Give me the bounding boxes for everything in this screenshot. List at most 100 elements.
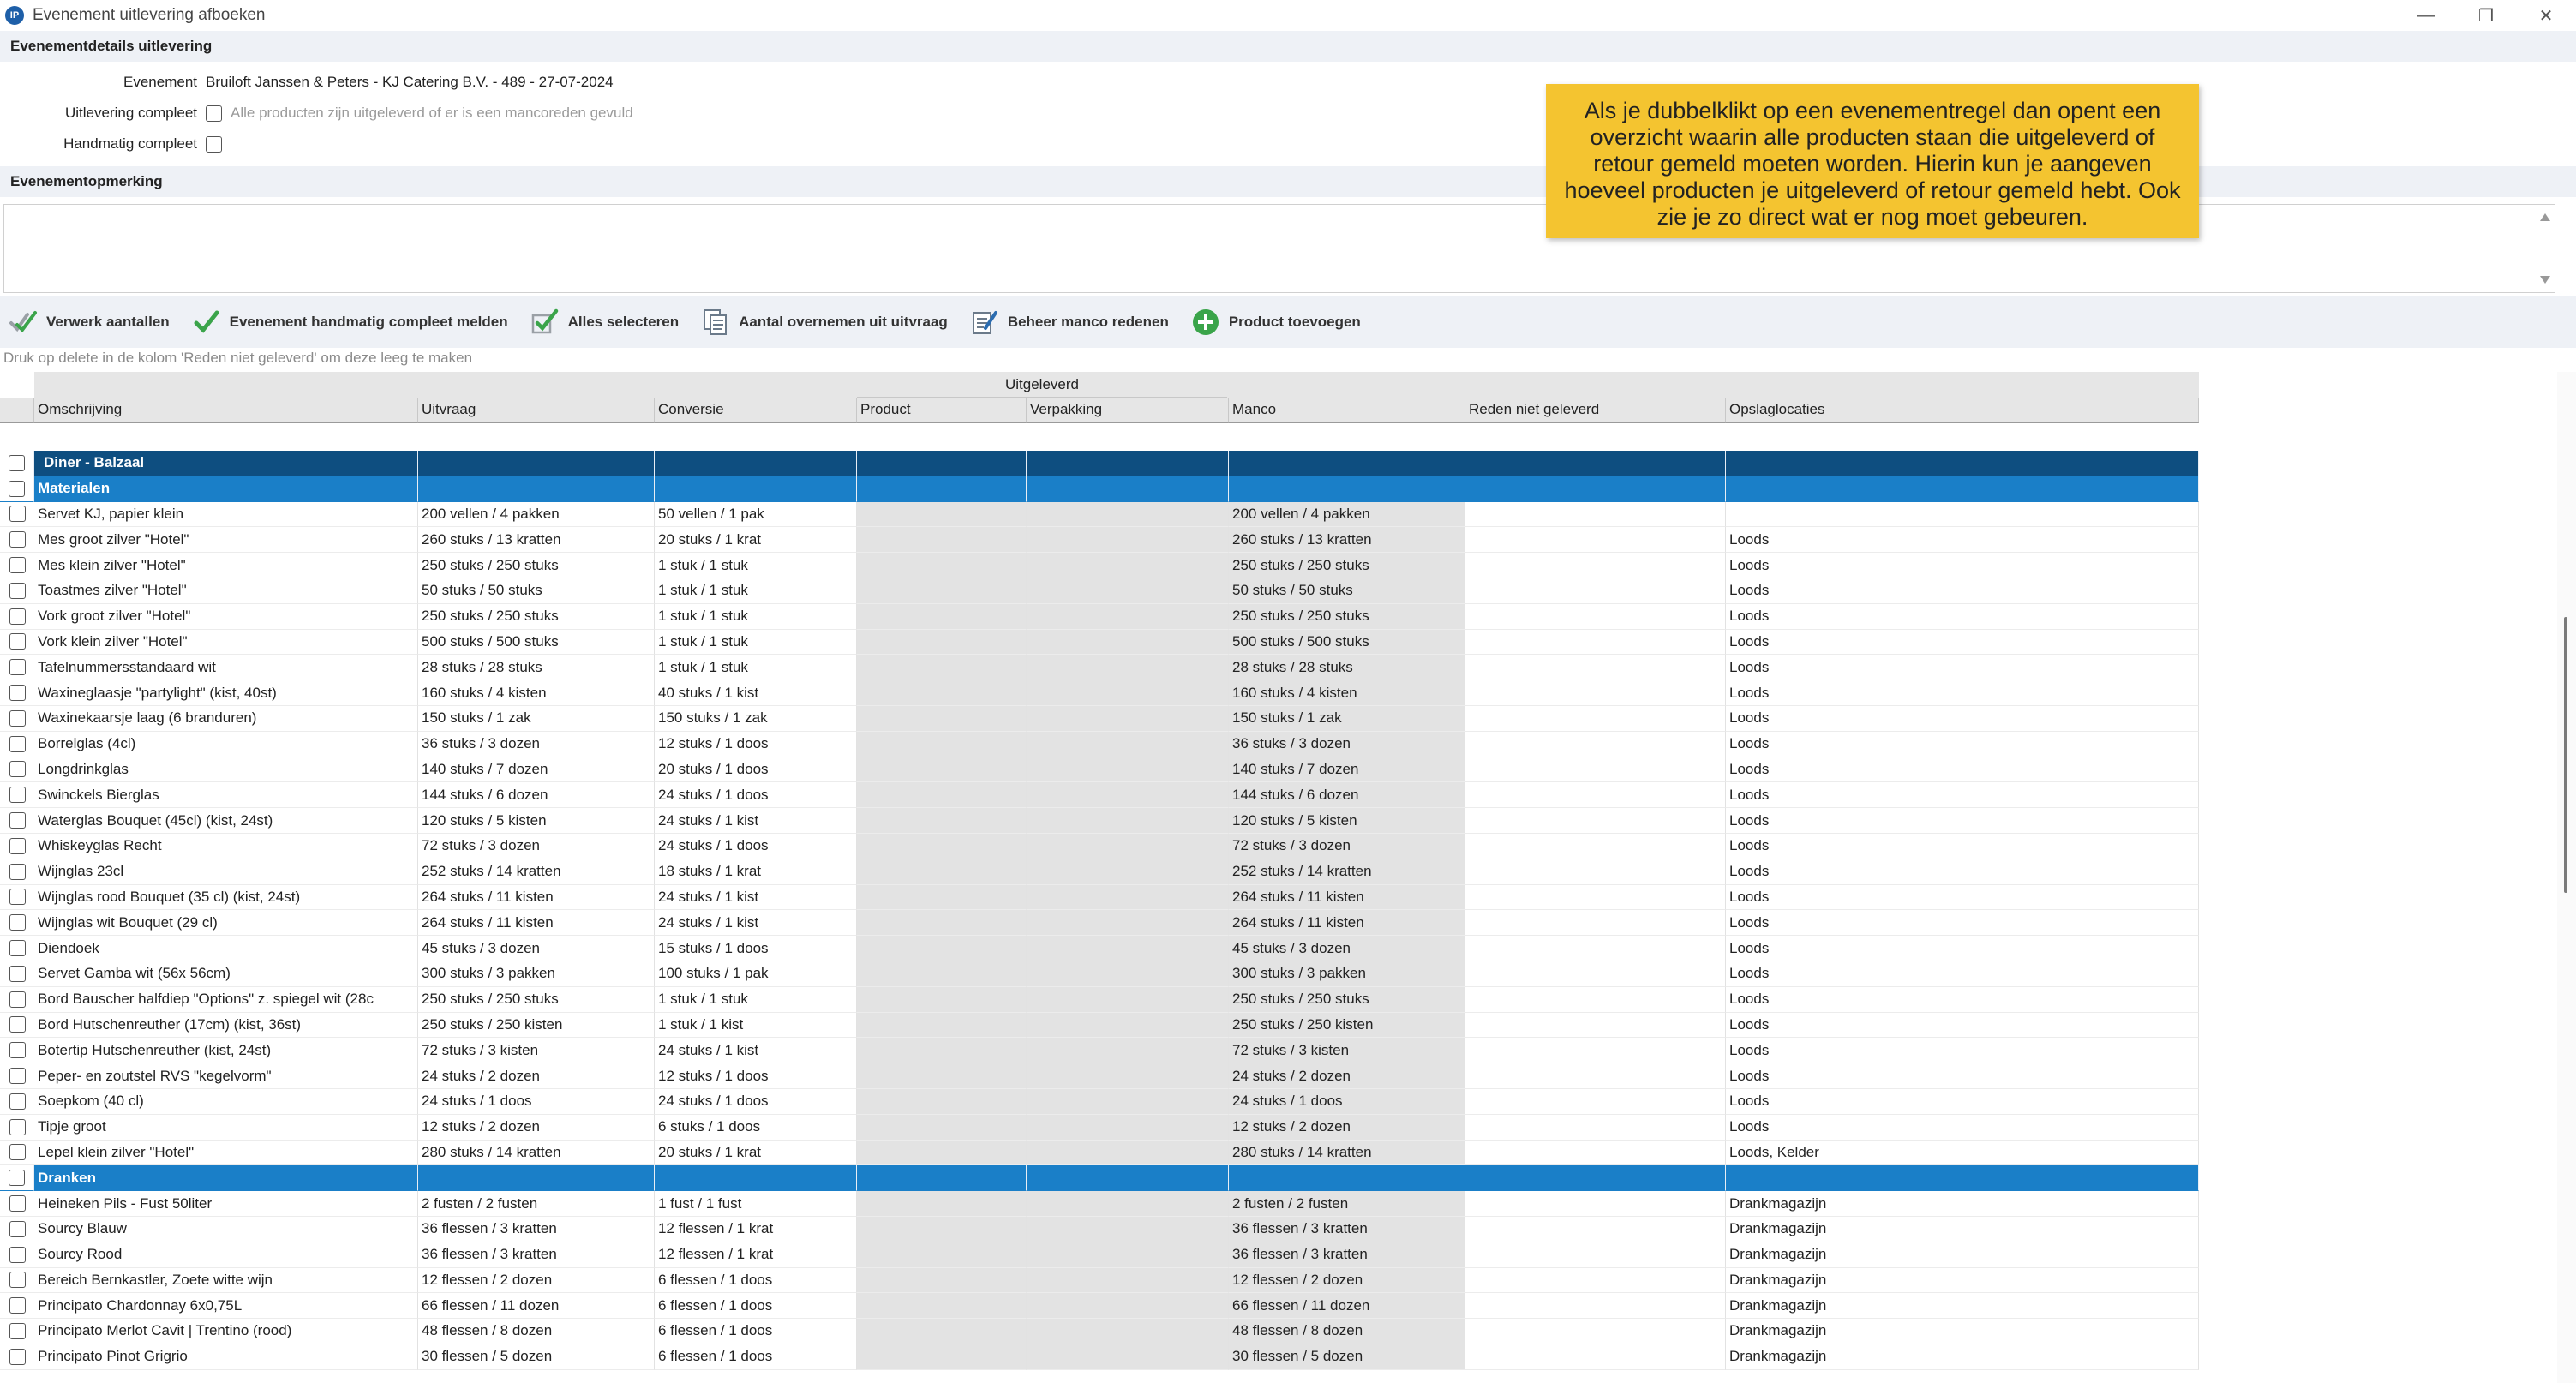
add-product-button[interactable]: Product toevoegen xyxy=(1191,308,1361,337)
delivered-packaging-cell[interactable] xyxy=(1027,1319,1229,1344)
delivered-packaging-cell[interactable] xyxy=(1027,1038,1229,1064)
reason-cell[interactable] xyxy=(1465,859,1726,885)
delivered-product-cell[interactable] xyxy=(857,1088,1027,1115)
select-all-button[interactable]: Alles selecteren xyxy=(530,308,679,337)
reason-cell[interactable] xyxy=(1465,961,1726,987)
delivered-packaging-cell[interactable] xyxy=(1027,1191,1229,1217)
delivered-product-cell[interactable] xyxy=(857,451,1027,476)
reason-cell[interactable] xyxy=(1465,629,1726,656)
delivered-product-cell[interactable] xyxy=(857,705,1027,732)
delivered-product-cell[interactable] xyxy=(857,910,1027,937)
reason-cell[interactable] xyxy=(1465,936,1726,961)
delivered-packaging-cell[interactable] xyxy=(1027,1165,1229,1192)
delivered-packaging-cell[interactable] xyxy=(1027,986,1229,1013)
table-row[interactable]: Bord Hutschenreuther (17cm) (kist, 36st)… xyxy=(0,1012,2199,1039)
delivered-product-cell[interactable] xyxy=(857,1293,1027,1320)
delivered-product-cell[interactable] xyxy=(857,603,1027,630)
table-row[interactable]: Diendoek 45 stuks / 3 dozen 15 stuks / 1 d… xyxy=(0,936,2199,961)
delivered-packaging-cell[interactable] xyxy=(1027,680,1229,706)
reason-cell[interactable] xyxy=(1465,1191,1726,1217)
row-checkbox[interactable] xyxy=(9,812,26,829)
delivered-product-cell[interactable] xyxy=(857,1267,1027,1294)
delivered-product-cell[interactable] xyxy=(857,986,1027,1013)
table-row[interactable]: Servet KJ, papier klein 200 vellen / 4 pa… xyxy=(0,501,2199,528)
row-checkbox[interactable] xyxy=(9,889,26,906)
row-checkbox[interactable] xyxy=(9,1322,26,1339)
row-checkbox[interactable] xyxy=(9,1272,26,1289)
reason-cell[interactable] xyxy=(1465,731,1726,757)
delivered-product-cell[interactable] xyxy=(857,859,1027,885)
delivered-packaging-cell[interactable] xyxy=(1027,629,1229,656)
delivered-product-cell[interactable] xyxy=(857,553,1027,578)
row-checkbox[interactable] xyxy=(9,1042,26,1059)
row-checkbox[interactable] xyxy=(9,582,26,599)
row-checkbox[interactable] xyxy=(9,1297,26,1314)
scroll-down-icon[interactable] xyxy=(2540,276,2550,284)
table-row[interactable]: Mes groot zilver "Hotel" 260 stuks / 13 k… xyxy=(0,527,2199,554)
delivered-packaging-cell[interactable] xyxy=(1027,1293,1229,1320)
minimize-button[interactable]: — xyxy=(2396,0,2456,31)
delivered-packaging-cell[interactable] xyxy=(1027,1088,1229,1115)
reason-cell[interactable] xyxy=(1465,1293,1726,1320)
delivered-packaging-cell[interactable] xyxy=(1027,1242,1229,1268)
row-checkbox[interactable] xyxy=(9,1246,26,1263)
row-checkbox[interactable] xyxy=(9,685,26,702)
delivered-packaging-cell[interactable] xyxy=(1027,603,1229,630)
header-conversion[interactable]: Conversie xyxy=(655,398,857,423)
row-checkbox[interactable] xyxy=(9,1348,26,1365)
row-checkbox[interactable] xyxy=(9,965,26,982)
delivered-packaging-cell[interactable] xyxy=(1027,833,1229,859)
table-row[interactable]: Wijnglas wit Bouquet (29 cl) 264 stuks / … xyxy=(0,910,2199,937)
delivered-packaging-cell[interactable] xyxy=(1027,527,1229,554)
table-row[interactable]: Longdrinkglas 140 stuks / 7 dozen 20 stuks… xyxy=(0,757,2199,783)
table-row[interactable]: Whiskeyglas Recht 72 stuks / 3 dozen 24 st… xyxy=(0,833,2199,859)
reason-cell[interactable] xyxy=(1465,476,1726,502)
table-row[interactable]: Toastmes zilver "Hotel" 50 stuks / 50 stu… xyxy=(0,578,2199,604)
delivered-packaging-cell[interactable] xyxy=(1027,578,1229,604)
delivered-packaging-cell[interactable] xyxy=(1027,476,1229,502)
row-checkbox[interactable] xyxy=(9,914,26,931)
row-checkbox[interactable] xyxy=(9,787,26,804)
delivered-packaging-cell[interactable] xyxy=(1027,1344,1229,1370)
reason-cell[interactable] xyxy=(1465,986,1726,1013)
row-checkbox[interactable] xyxy=(9,735,26,752)
table-row[interactable]: Bereich Bernkastler, Zoete witte wijn 12 … xyxy=(0,1267,2199,1294)
table-row[interactable]: Waxineglaasje "partylight" (kist, 40st) 1… xyxy=(0,680,2199,706)
table-row[interactable]: Mes klein zilver "Hotel" 250 stuks / 250 … xyxy=(0,553,2199,578)
table-row[interactable]: Soepkom (40 cl) 24 stuks / 1 doos 24 stuks… xyxy=(0,1088,2199,1115)
delivered-packaging-cell[interactable] xyxy=(1027,757,1229,783)
row-checkbox[interactable] xyxy=(9,709,26,727)
delivered-packaging-cell[interactable] xyxy=(1027,451,1229,476)
reason-cell[interactable] xyxy=(1465,1038,1726,1064)
delivered-product-cell[interactable] xyxy=(857,655,1027,681)
scroll-up-icon[interactable] xyxy=(2540,213,2550,221)
delivered-product-cell[interactable] xyxy=(857,578,1027,604)
delivered-product-cell[interactable] xyxy=(857,1012,1027,1039)
delivered-product-cell[interactable] xyxy=(857,1114,1027,1141)
delivered-product-cell[interactable] xyxy=(857,1038,1027,1064)
table-row[interactable]: Sourcy Blauw 36 flessen / 3 kratten 12 fle… xyxy=(0,1216,2199,1242)
delivered-product-cell[interactable] xyxy=(857,833,1027,859)
delivered-product-cell[interactable] xyxy=(857,1063,1027,1089)
table-row[interactable]: Lepel klein zilver "Hotel" 280 stuks / 14… xyxy=(0,1140,2199,1166)
delivered-product-cell[interactable] xyxy=(857,1165,1027,1192)
table-row[interactable]: Waterglas Bouquet (45cl) (kist, 24st) 120… xyxy=(0,808,2199,834)
reason-cell[interactable] xyxy=(1465,1165,1726,1192)
reason-cell[interactable] xyxy=(1465,782,1726,809)
copy-quantity-button[interactable]: Aantal overnemen uit uitvraag xyxy=(701,308,948,337)
delivered-packaging-cell[interactable] xyxy=(1027,936,1229,961)
table-row[interactable]: Tafelnummersstandaard wit 28 stuks / 28 s… xyxy=(0,655,2199,681)
delivered-packaging-cell[interactable] xyxy=(1027,731,1229,757)
reason-cell[interactable] xyxy=(1465,1088,1726,1115)
row-checkbox[interactable] xyxy=(9,633,26,650)
row-checkbox[interactable] xyxy=(9,761,26,778)
row-checkbox[interactable] xyxy=(9,991,26,1008)
row-checkbox[interactable] xyxy=(9,1144,26,1161)
delivered-product-cell[interactable] xyxy=(857,1319,1027,1344)
row-checkbox[interactable] xyxy=(9,480,25,497)
header-shortage[interactable]: Manco xyxy=(1229,398,1465,423)
table-row[interactable]: Botertip Hutschenreuther (kist, 24st) 72 … xyxy=(0,1038,2199,1064)
row-checkbox[interactable] xyxy=(9,454,25,471)
row-checkbox[interactable] xyxy=(9,837,26,854)
reason-cell[interactable] xyxy=(1465,808,1726,834)
